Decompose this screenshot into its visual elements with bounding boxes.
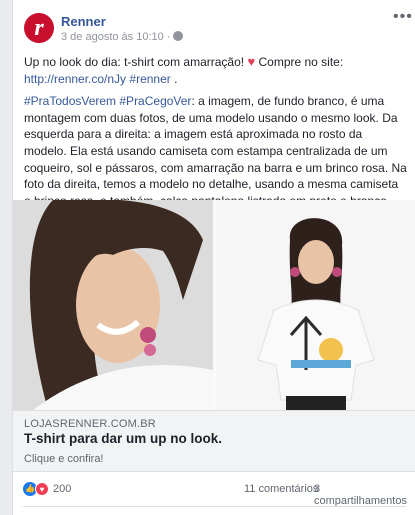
- photo-left: [13, 200, 213, 410]
- preview-domain: LOJASRENNER.COM.BR: [24, 418, 156, 430]
- post-timestamp[interactable]: 3 de agosto às 10:10 ·: [61, 31, 170, 43]
- hashtag-renner[interactable]: #renner: [126, 72, 170, 86]
- share-count[interactable]: 3 compartilhamentos: [314, 483, 415, 507]
- post-card: r Renner 3 de agosto às 10:10 · ••• Up n…: [12, 0, 415, 515]
- more-options-icon[interactable]: •••: [393, 8, 413, 26]
- heart-icon: ♥: [247, 54, 256, 69]
- post-text-intro: Up no look do dia: t-shirt com amarração…: [24, 55, 248, 69]
- post-stats: 👍 ♥ 200 11 comentários 3 compartilhament…: [13, 472, 415, 507]
- preview-subtitle: Clique e confira!: [24, 453, 104, 465]
- preview-title[interactable]: T-shirt para dar um up no look.: [24, 431, 222, 446]
- post-photo[interactable]: [13, 200, 415, 410]
- post-text-compre: Compre no site:: [255, 55, 344, 69]
- comment-count[interactable]: 11 comentários: [244, 483, 318, 495]
- hashtags-accessibility[interactable]: #PraTodosVerem #PraCegoVer: [24, 94, 191, 108]
- globe-icon: [173, 31, 184, 41]
- post-header: r Renner 3 de agosto às 10:10 · •••: [13, 0, 415, 52]
- post-link[interactable]: http://renner.co/nJy: [24, 72, 126, 86]
- post-meta: 3 de agosto às 10:10 ·: [61, 31, 184, 43]
- photo-right: [216, 200, 415, 410]
- avatar[interactable]: r: [24, 13, 54, 43]
- reaction-count[interactable]: 200: [53, 483, 71, 495]
- actions-divider: [23, 506, 406, 507]
- page-name[interactable]: Renner: [61, 14, 106, 29]
- post-text-end: .: [170, 71, 178, 86]
- love-reaction-icon[interactable]: ♥: [35, 482, 49, 496]
- link-preview[interactable]: LOJASRENNER.COM.BR T-shirt para dar um u…: [13, 410, 415, 472]
